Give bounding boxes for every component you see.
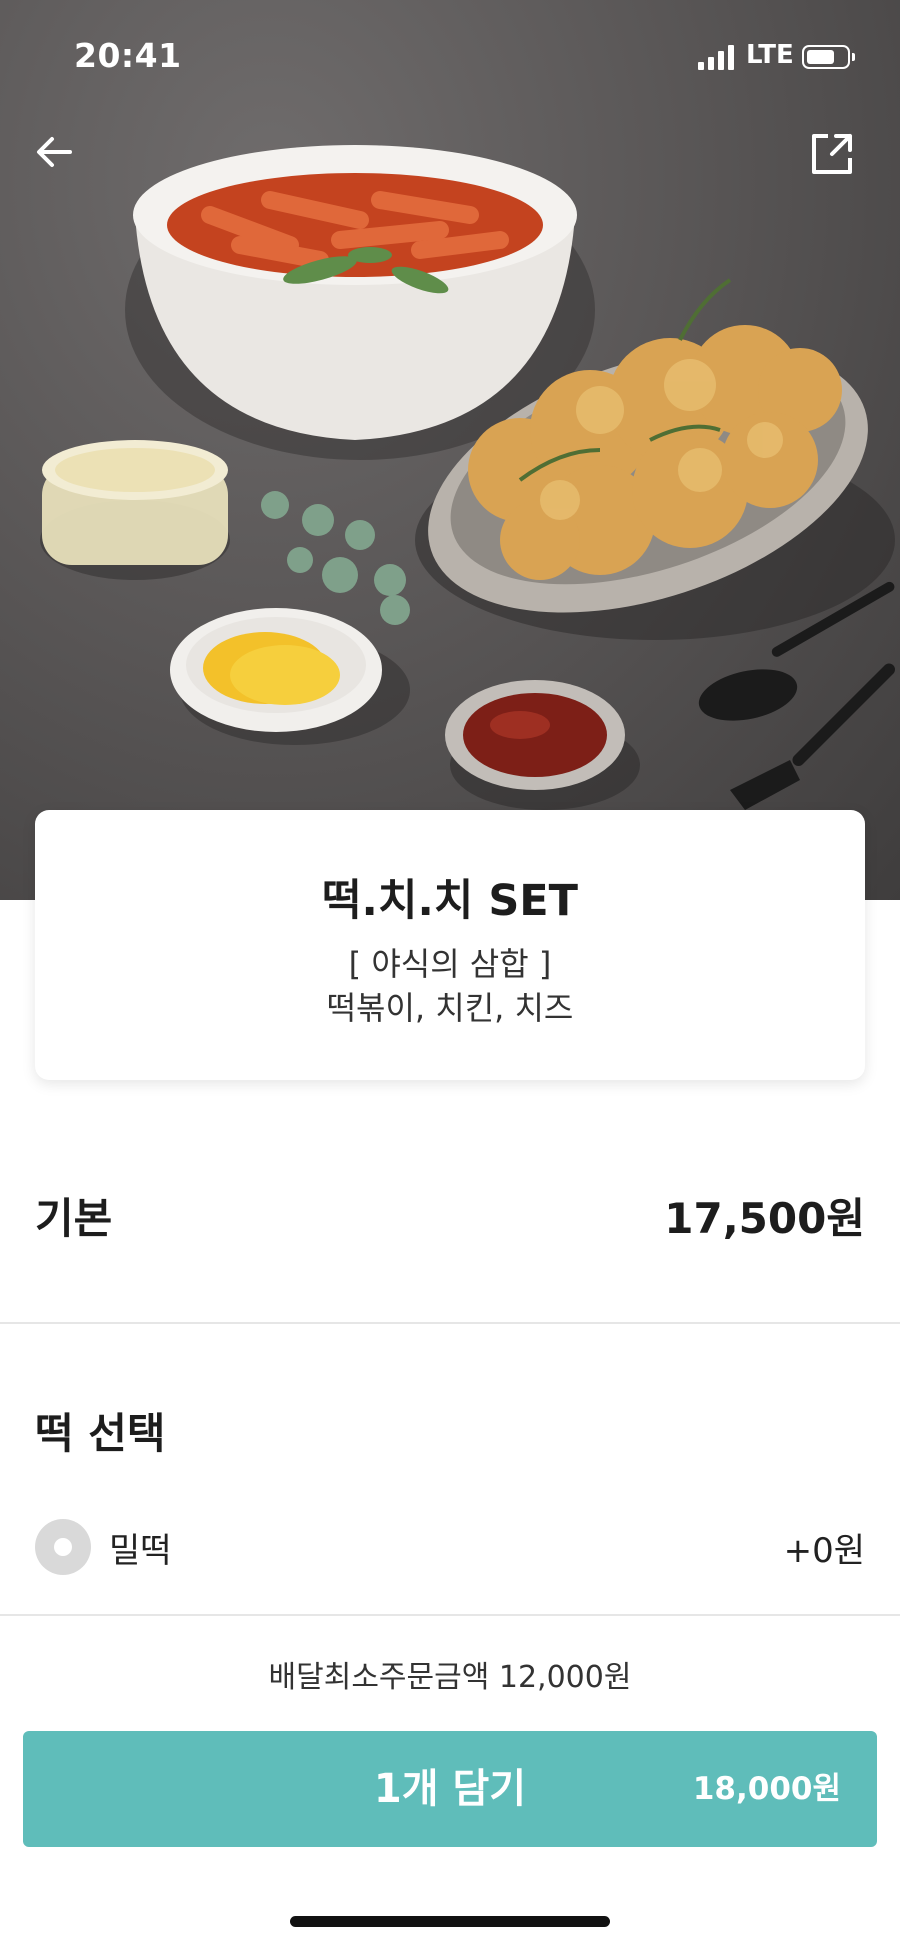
battery-fill — [807, 50, 834, 64]
status-bar: 20:41 LTE — [0, 0, 900, 110]
base-price-value: 17,500원 — [664, 1193, 865, 1243]
option-group-title: 떡 선택 — [35, 1409, 166, 1458]
radio-button[interactable] — [35, 1519, 91, 1575]
add-to-cart-button[interactable]: 1개 담기 18,000원 — [23, 1731, 877, 1847]
product-tagline: [ 야식의 삼합 ] — [348, 945, 552, 983]
network-type: LTE — [746, 40, 794, 70]
cellular-signal-icon — [698, 44, 738, 70]
divider — [0, 1614, 900, 1616]
product-info-card: 떡.치.치 SET [ 야식의 삼합 ] 떡볶이, 치킨, 치즈 — [35, 810, 865, 1080]
arrow-left-icon — [37, 137, 72, 167]
food-illustration — [40, 145, 895, 810]
product-components: 떡볶이, 치킨, 치즈 — [326, 989, 574, 1027]
option-label: 밀떡 — [109, 1530, 172, 1571]
back-button[interactable] — [32, 130, 92, 190]
product-photo: 20:41 LTE — [0, 0, 900, 900]
min-order-notice: 배달최소주문금액 12,000원 — [268, 1660, 632, 1695]
base-price-label: 기본 — [35, 1193, 113, 1243]
share-icon — [812, 134, 852, 174]
status-time: 20:41 — [74, 36, 182, 75]
radio-dot — [54, 1538, 72, 1556]
option-item[interactable]: 밀떡 +0원 — [35, 1518, 865, 1576]
add-to-cart-price: 18,000원 — [692, 1771, 841, 1807]
option-price: +0원 — [783, 1530, 865, 1571]
home-indicator — [290, 1916, 610, 1927]
product-name: 떡.치.치 SET — [322, 876, 578, 926]
divider — [0, 1322, 900, 1324]
base-price-row: 기본 17,500원 — [35, 1180, 865, 1250]
battery-icon — [802, 45, 855, 69]
share-button[interactable] — [808, 130, 868, 190]
